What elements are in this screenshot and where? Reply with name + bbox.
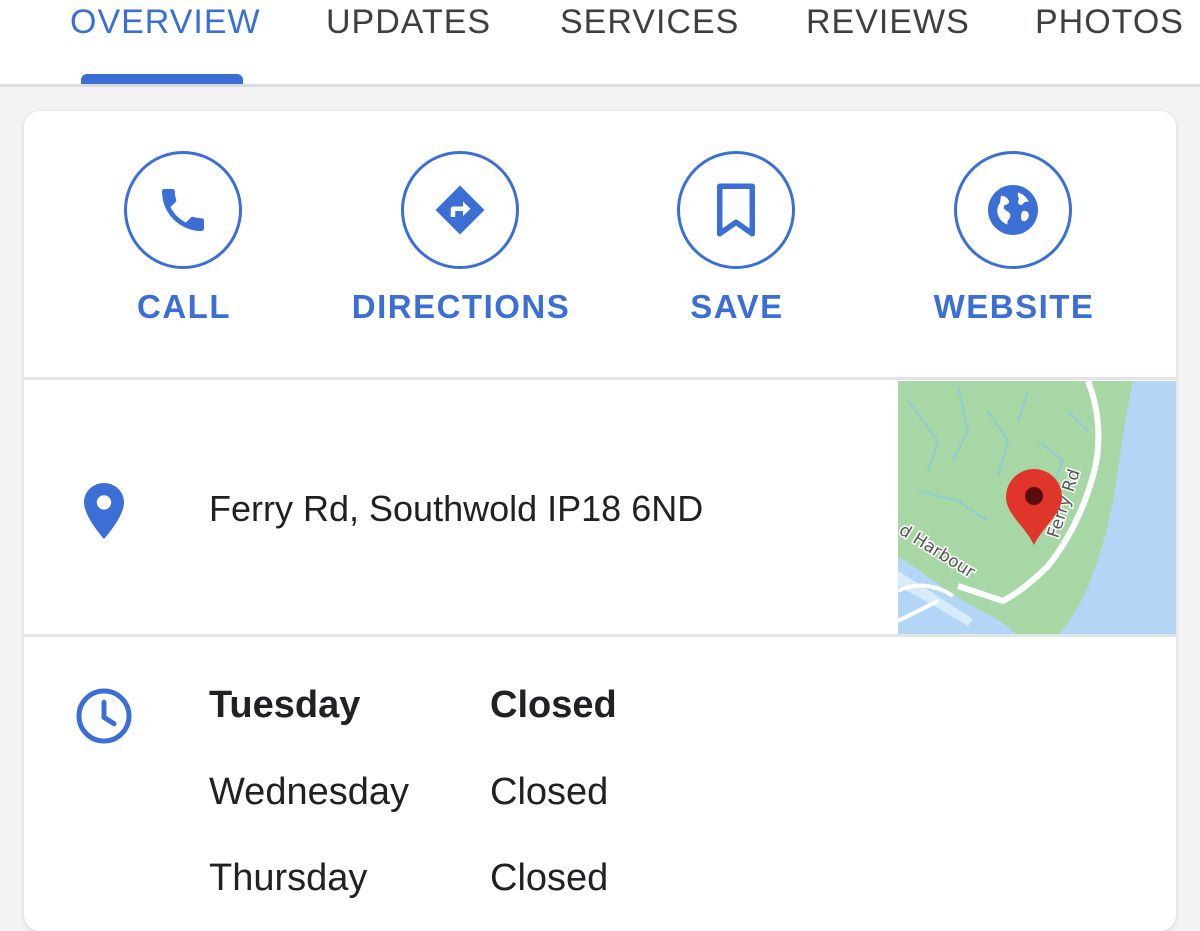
save-button[interactable]: SAVE bbox=[597, 151, 877, 331]
directions-button[interactable]: DIRECTIONS bbox=[321, 151, 601, 331]
hours-status: Closed bbox=[490, 771, 609, 813]
phone-icon bbox=[162, 189, 204, 231]
tab-services[interactable]: SERVICES bbox=[560, 0, 739, 44]
tab-reviews[interactable]: REVIEWS bbox=[806, 0, 970, 44]
tab-bar-divider bbox=[0, 84, 1200, 87]
website-circle[interactable] bbox=[954, 151, 1072, 269]
location-pin-icon bbox=[80, 481, 128, 546]
bookmark-icon bbox=[717, 183, 755, 237]
tab-overview[interactable]: OVERVIEW bbox=[70, 0, 261, 44]
hours-day: Wednesday bbox=[209, 771, 409, 813]
place-info-card: CALL DIRECTIONS SAVE WEBSITE Ferry Rd, S… bbox=[24, 111, 1176, 931]
directions-circle[interactable] bbox=[401, 151, 519, 269]
save-circle[interactable] bbox=[677, 151, 795, 269]
directions-icon bbox=[435, 185, 485, 235]
save-label[interactable]: SAVE bbox=[597, 288, 877, 326]
map-thumbnail[interactable]: Ferry Rd d Harbour bbox=[898, 381, 1176, 636]
call-circle[interactable] bbox=[124, 151, 242, 269]
section-divider bbox=[24, 634, 1176, 637]
globe-icon bbox=[988, 185, 1038, 235]
tab-updates[interactable]: UPDATES bbox=[326, 0, 491, 44]
call-button[interactable]: CALL bbox=[44, 151, 324, 331]
tab-photos[interactable]: PHOTOS bbox=[1035, 0, 1184, 44]
directions-label[interactable]: DIRECTIONS bbox=[321, 288, 601, 326]
hours-day: Tuesday bbox=[209, 684, 361, 726]
address-text[interactable]: Ferry Rd, Southwold IP18 6ND bbox=[209, 488, 703, 530]
website-label[interactable]: WEBSITE bbox=[874, 288, 1154, 326]
hours-day: Thursday bbox=[209, 857, 368, 899]
hours-status: Closed bbox=[490, 857, 609, 899]
website-button[interactable]: WEBSITE bbox=[874, 151, 1154, 331]
clock-icon bbox=[74, 686, 134, 751]
tab-bar: OVERVIEW UPDATES SERVICES REVIEWS PHOTOS bbox=[0, 0, 1200, 87]
call-label[interactable]: CALL bbox=[44, 288, 324, 326]
section-divider bbox=[24, 377, 1176, 380]
hours-status: Closed bbox=[490, 684, 617, 726]
